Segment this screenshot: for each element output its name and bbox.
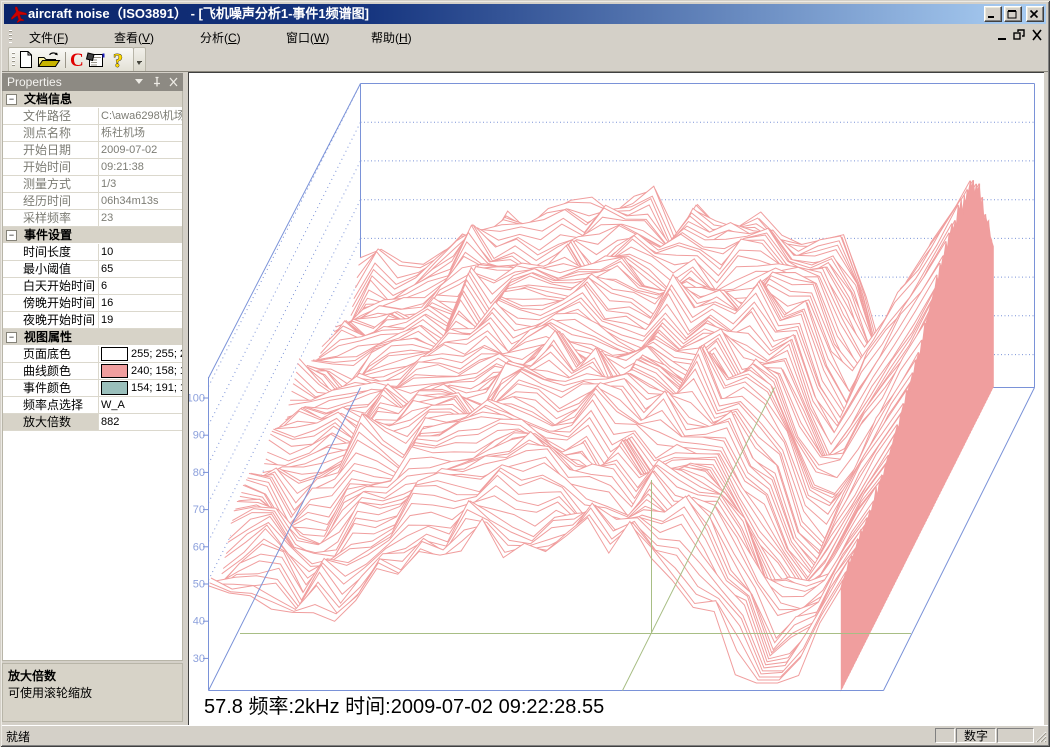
svg-text:?: ? bbox=[113, 50, 123, 71]
svg-text:57.8 频率:2kHz 时间:2009-07-02 09:: 57.8 频率:2kHz 时间:2009-07-02 09:22:28.55 bbox=[204, 695, 604, 718]
svg-text:100: 100 bbox=[189, 393, 205, 405]
svg-text:C: C bbox=[70, 50, 84, 71]
